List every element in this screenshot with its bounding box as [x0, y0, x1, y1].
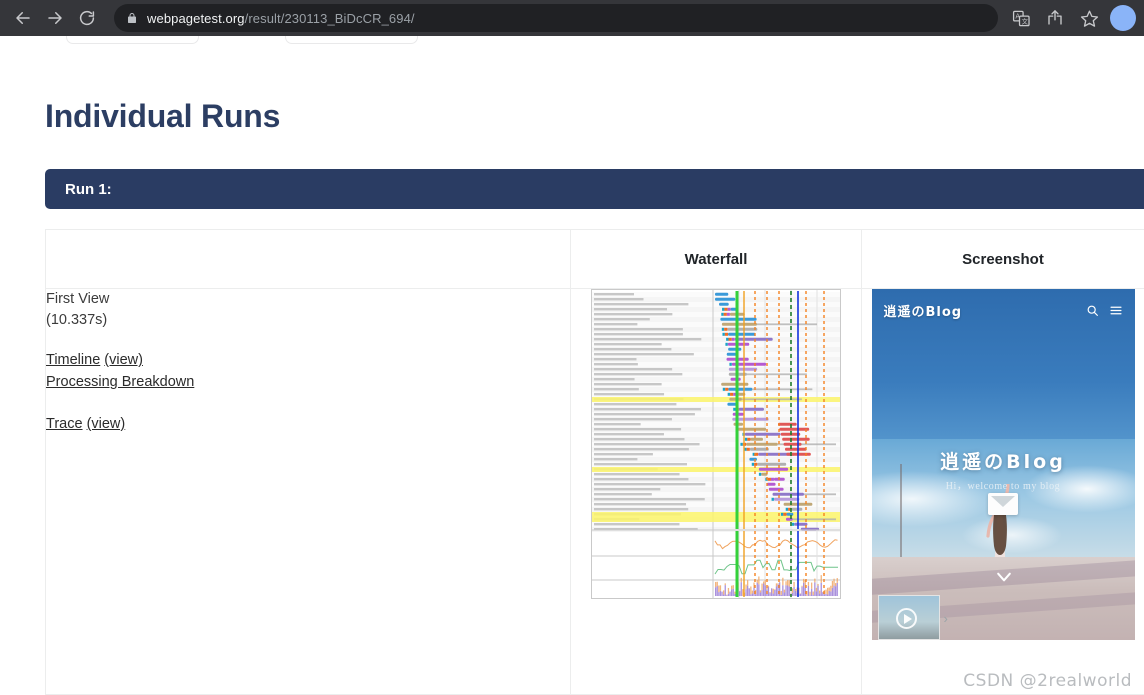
watermark: CSDN @2realworld	[963, 671, 1132, 691]
svg-text:文: 文	[1021, 16, 1028, 25]
screenshot-site-logo: 逍遥のBlog	[883, 304, 963, 320]
waterfall-chart[interactable]	[591, 289, 841, 599]
share-icon	[1048, 10, 1062, 25]
run-header-title: Run 1:	[65, 180, 112, 198]
address-bar[interactable]: webpagetest.org/result/230113_BiDcCR_694…	[114, 4, 998, 32]
trace-view-link[interactable]: (view)	[87, 416, 126, 432]
reload-icon	[79, 10, 95, 26]
run-info-cell: First View (10.337s) Timeline (view) Pro…	[45, 288, 571, 695]
browser-toolbar: webpagetest.org/result/230113_BiDcCR_694…	[0, 0, 1144, 36]
screenshot-cell: 逍遥のBlog 逍遥のBlog Hi，welcome to my blog ›	[861, 288, 1144, 695]
run-header-bar: Run 1:	[45, 169, 1144, 209]
trace-line: Trace (view)	[46, 413, 570, 435]
timeline-link[interactable]: Timeline	[46, 352, 100, 368]
chevron-right-icon[interactable]: ›	[944, 611, 948, 626]
page-content: Individual Runs Run 1: Waterfall Screens…	[0, 36, 1144, 695]
url-text: webpagetest.org/result/230113_BiDcCR_694…	[147, 11, 415, 26]
screenshot-site-topbar: 逍遥のBlog	[872, 289, 1135, 331]
browser-actions: A 文	[1006, 3, 1136, 33]
table-body: First View (10.337s) Timeline (view) Pro…	[45, 288, 1144, 695]
table-head: Waterfall Screenshot	[45, 229, 1144, 289]
lock-icon	[126, 12, 138, 24]
table-header-screenshot: Screenshot	[861, 229, 1144, 289]
table-header-waterfall: Waterfall	[570, 229, 862, 289]
trace-links-block: Trace (view)	[46, 413, 570, 435]
processing-breakdown-line: Processing Breakdown	[46, 371, 570, 393]
screenshot-hero-subtitle: Hi，welcome to my blog	[945, 481, 1061, 492]
back-button[interactable]	[8, 3, 38, 33]
bookmark-button[interactable]	[1074, 3, 1104, 33]
table-header-blank	[45, 229, 571, 289]
screenshot-hero-title: 逍遥のBlog	[940, 451, 1066, 473]
reload-button[interactable]	[72, 3, 102, 33]
individual-runs-table: Waterfall Screenshot First View (10.337s…	[45, 229, 1144, 695]
view-name: First View	[46, 291, 110, 307]
back-arrow-icon	[16, 12, 30, 24]
table-header-row: Waterfall Screenshot	[45, 229, 1144, 289]
chevron-down-icon	[996, 572, 1011, 582]
star-icon	[1080, 10, 1098, 27]
envelope-icon	[987, 493, 1018, 515]
cutoff-cards-row	[66, 36, 418, 44]
view-time: (10.337s)	[46, 312, 108, 328]
table-row: First View (10.337s) Timeline (view) Pro…	[45, 288, 1144, 695]
timeline-view-link[interactable]: (view)	[104, 352, 143, 368]
search-icon	[1087, 305, 1098, 316]
cutoff-card-2[interactable]	[285, 36, 418, 44]
timeline-line: Timeline (view)	[46, 349, 570, 371]
cutoff-card-1[interactable]	[66, 36, 199, 44]
hamburger-menu-icon	[1109, 306, 1122, 314]
video-thumbnail[interactable]	[877, 595, 940, 640]
translate-icon: A 文	[1012, 10, 1030, 26]
url-host: webpagetest.org	[147, 10, 245, 26]
waterfall-cell	[570, 288, 862, 695]
page-screenshot-thumbnail[interactable]: 逍遥のBlog 逍遥のBlog Hi，welcome to my blog ›	[871, 289, 1135, 640]
translate-button[interactable]: A 文	[1006, 3, 1036, 33]
page-title: Individual Runs	[45, 98, 281, 134]
share-button[interactable]	[1040, 3, 1070, 33]
forward-arrow-icon	[48, 12, 62, 24]
screenshot-topbar-icons	[1086, 304, 1123, 317]
trace-link[interactable]: Trace	[46, 416, 83, 432]
forward-button[interactable]	[40, 3, 70, 33]
lock-glyph	[128, 13, 136, 23]
processing-breakdown-link[interactable]: Processing Breakdown	[46, 374, 194, 390]
waterfall-svg	[592, 290, 840, 598]
url-path: /result/230113_BiDcCR_694/	[244, 10, 415, 26]
timeline-links-block: Timeline (view) Processing Breakdown	[46, 349, 570, 393]
profile-avatar[interactable]	[1110, 5, 1136, 31]
play-button-icon	[895, 608, 917, 629]
